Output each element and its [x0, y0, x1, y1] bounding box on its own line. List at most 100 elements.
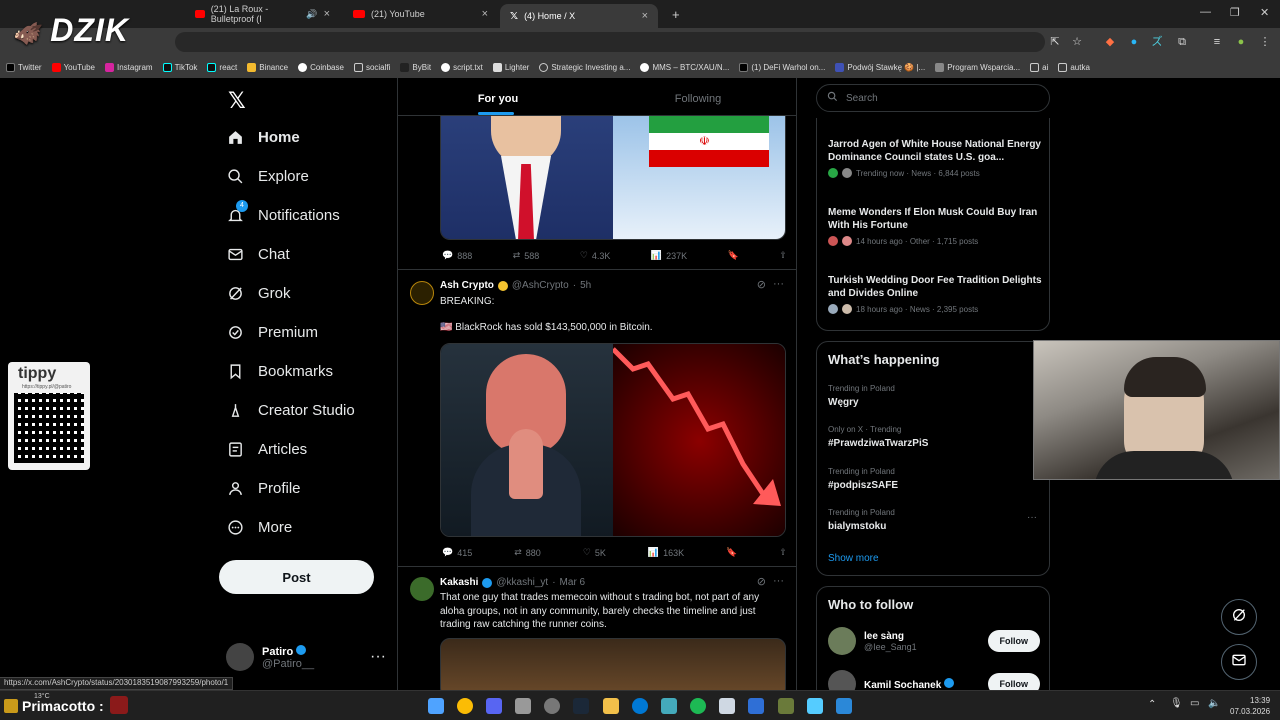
bookmark-autka[interactable]: autka: [1058, 62, 1090, 72]
app-icon[interactable]: [515, 698, 531, 714]
bookmark-podwoj[interactable]: Podwój Stawkę 🍪 |...: [835, 62, 925, 72]
close-icon[interactable]: ×: [482, 8, 488, 20]
tab-home-x[interactable]: 𝕏 (4) Home / X ×: [500, 4, 658, 28]
bookmark-tiktok[interactable]: TikTok: [162, 62, 197, 72]
sidebar-item-premium[interactable]: Premium: [226, 323, 318, 341]
menu-icon[interactable]: ⋮: [1258, 35, 1272, 49]
extension-fox-icon[interactable]: ◆: [1103, 35, 1117, 49]
views-button[interactable]: 📊 237K: [651, 250, 687, 261]
app-icon[interactable]: [748, 698, 764, 714]
url-field[interactable]: [175, 32, 1045, 52]
bookmark-socialfi[interactable]: socialfi: [353, 62, 390, 72]
bookmark-youtube[interactable]: YouTube: [51, 62, 95, 72]
bookmark-react[interactable]: react: [207, 62, 237, 72]
author-name[interactable]: Kakashi: [440, 577, 478, 588]
chevron-up-icon[interactable]: ⌃: [1148, 699, 1156, 710]
tab-la-roux[interactable]: (21) La Roux - Bulletproof (I 🔊 ×: [185, 4, 340, 24]
bookmark-defi[interactable]: (1) DeFi Warhol on...: [739, 62, 825, 72]
sidebar-item-bookmarks[interactable]: Bookmarks: [226, 362, 333, 380]
close-window-icon[interactable]: ✕: [1260, 6, 1269, 19]
maximize-icon[interactable]: ❐: [1230, 6, 1240, 19]
sidebar-item-grok[interactable]: Grok: [226, 284, 291, 302]
app-icon[interactable]: [661, 698, 677, 714]
bookmark-binance[interactable]: Binance: [247, 62, 288, 72]
follow-button[interactable]: Follow: [987, 630, 1040, 652]
weather-widget-icon[interactable]: [4, 699, 18, 713]
share-button[interactable]: ⇧: [779, 547, 787, 558]
start-icon[interactable]: [428, 698, 444, 714]
chrome-icon[interactable]: [457, 698, 473, 714]
follow-suggestion[interactable]: lee sàng @Iee_Sang1 Follow: [828, 627, 1040, 655]
messages-fab[interactable]: [1221, 644, 1257, 680]
extensions-icon[interactable]: ⧉: [1175, 35, 1189, 49]
bookmark-post-button[interactable]: 🔖: [728, 250, 739, 261]
author-name[interactable]: Ash Crypto: [440, 280, 494, 291]
sidebar-item-articles[interactable]: Articles: [226, 440, 307, 458]
bookmark-ai[interactable]: ai: [1030, 62, 1048, 72]
sidebar-item-profile[interactable]: Profile: [226, 479, 301, 497]
app-icon[interactable]: [807, 698, 823, 714]
bookmark-mms[interactable]: MMS – BTC/XAU/N...: [640, 62, 729, 72]
bookmark-instagram[interactable]: Instagram: [105, 62, 153, 72]
post-media-image[interactable]: [440, 638, 786, 690]
post-time[interactable]: Mar 6: [560, 577, 586, 588]
avatar[interactable]: [410, 577, 434, 601]
like-button[interactable]: ♡ 5K: [583, 547, 606, 558]
repost-button[interactable]: ⇄ 880: [514, 547, 541, 558]
more-options-icon[interactable]: ···: [1027, 512, 1037, 523]
translate-icon[interactable]: ズ: [1150, 35, 1164, 49]
bookmark-strategic[interactable]: Strategic Investing a...: [539, 62, 630, 72]
more-options-icon[interactable]: ···: [773, 575, 784, 587]
install-icon[interactable]: ⇱: [1048, 35, 1062, 49]
app-icon[interactable]: [778, 698, 794, 714]
tab-for-you[interactable]: For you: [398, 78, 598, 115]
edge-icon[interactable]: [632, 698, 648, 714]
reply-button[interactable]: 💬 888: [442, 250, 472, 261]
close-icon[interactable]: ×: [324, 8, 330, 20]
x-logo-icon[interactable]: 𝕏: [228, 88, 246, 114]
share-button[interactable]: ⇧: [779, 250, 787, 261]
views-button[interactable]: 📊 163K: [648, 547, 684, 558]
minimize-icon[interactable]: —: [1200, 6, 1211, 18]
new-tab-button[interactable]: +: [662, 4, 682, 24]
sidebar-item-notifications[interactable]: 4 Notifications: [226, 200, 340, 224]
avatar[interactable]: [410, 281, 434, 305]
grok-fab[interactable]: [1221, 599, 1257, 635]
post-media-image[interactable]: [440, 343, 786, 537]
show-more-link[interactable]: Show more: [828, 553, 879, 564]
discord-icon[interactable]: [486, 698, 502, 714]
sidebar-item-chat[interactable]: Chat: [226, 245, 290, 263]
close-icon[interactable]: ×: [642, 10, 648, 22]
post-media-image[interactable]: ☫: [440, 116, 786, 240]
author-handle[interactable]: @AshCrypto: [512, 280, 569, 291]
app-icon[interactable]: [719, 698, 735, 714]
more-options-icon[interactable]: ···: [370, 648, 386, 666]
folder-icon[interactable]: [603, 698, 619, 714]
mic-icon[interactable]: 🎙: [1170, 698, 1183, 709]
spotify-icon[interactable]: [690, 698, 706, 714]
star-icon[interactable]: ☆: [1070, 35, 1084, 49]
news-item[interactable]: Meme Wonders If Elon Musk Could Buy Iran…: [828, 206, 1043, 246]
bookmark-twitter[interactable]: Twitter: [6, 62, 42, 72]
system-clock[interactable]: 13:39 07.03.2026: [1230, 695, 1270, 717]
trend-item[interactable]: Only on X · Trending #PrawdziwaTwarzPiS: [828, 425, 928, 449]
account-switcher[interactable]: Patiro @Patiro__ ···: [226, 643, 386, 671]
like-button[interactable]: ♡ 4.3K: [580, 250, 611, 261]
bookmark-post-button[interactable]: 🔖: [726, 547, 737, 558]
bookmark-script[interactable]: script.txt: [441, 62, 483, 72]
trend-item[interactable]: Trending in Poland #podpiszSAFE: [828, 467, 898, 491]
author-handle[interactable]: @kkashi_yt: [496, 577, 548, 588]
bookmark-bybit[interactable]: ByBit: [400, 62, 431, 72]
post-button[interactable]: Post: [219, 560, 374, 594]
profile-avatar-icon[interactable]: ●: [1234, 35, 1248, 49]
tab-following[interactable]: Following: [598, 78, 796, 115]
bookmark-coinbase[interactable]: Coinbase: [298, 62, 344, 72]
repost-button[interactable]: ⇄ 588: [513, 250, 540, 261]
post-time[interactable]: 5h: [580, 280, 591, 291]
grok-icon[interactable]: ⊘: [757, 575, 766, 588]
more-options-icon[interactable]: ···: [773, 278, 784, 290]
sidebar-item-explore[interactable]: Explore: [226, 167, 309, 185]
trend-item[interactable]: Trending in Poland Węgry: [828, 384, 895, 408]
trend-item[interactable]: Trending in Poland bialymstoku: [828, 508, 895, 532]
bookmark-program[interactable]: Program Wsparcia...: [935, 62, 1020, 72]
